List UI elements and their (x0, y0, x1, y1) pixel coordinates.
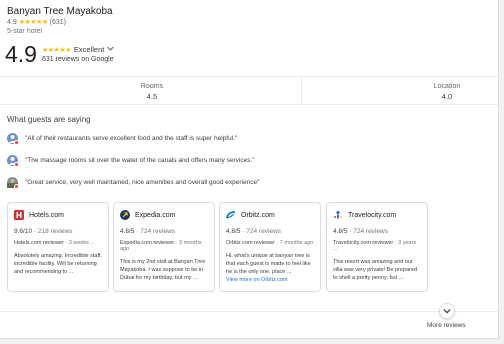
badge-icon (14, 140, 19, 145)
review-text: This resort was amazing and our villa wa… (333, 259, 418, 281)
source-rating: 4.8/5 (226, 228, 241, 235)
chevron-down-icon[interactable] (107, 46, 114, 53)
source-name: Expedia.com (135, 211, 176, 219)
hotel-rating-value: 4.9 (7, 18, 17, 26)
orbitz-logo-icon (226, 210, 236, 220)
star-icons: ★★★★★ (18, 19, 48, 26)
reviewer: Hotels.com reviewer (14, 240, 64, 246)
reviewer: Travelocity.com reviewer (333, 240, 394, 246)
expedia-logo-icon (120, 210, 130, 220)
google-review-count: 631 reviews on Google (42, 56, 114, 63)
badge-icon (14, 184, 19, 189)
rooms-value: 4.5 (146, 92, 158, 101)
hotel-rating-summary: 4.9 ★★★★★ (631) (7, 18, 66, 27)
hotel-reviews-panel: Banyan Tree Mayakoba 4.9 ★★★★★ (631) 5-s… (0, 0, 499, 339)
quote-text: "The massage rooms sit over the water of… (25, 157, 255, 164)
source-review-count: · 218 reviews (33, 228, 73, 235)
divider (0, 76, 498, 77)
source-review-count: · 724 reviews (136, 228, 175, 235)
rating-label: Excellent (73, 45, 105, 54)
guests-section-title: What guests are saying (7, 115, 91, 124)
guest-quote[interactable]: "Great service, very well maintained, ni… (7, 177, 260, 189)
divider (0, 311, 498, 312)
review-card-orbitz[interactable]: Orbitz.com 4.8/5 · 724 reviews Orbitz.co… (219, 202, 321, 292)
rooms-label: Rooms (140, 83, 164, 90)
source-name: Hotels.com (29, 211, 65, 219)
location-value: 4.0 (441, 92, 453, 101)
overall-score: 4.9 (5, 41, 37, 67)
star-icons: ★★★★★ (42, 46, 71, 54)
review-text: Absolutely amazing. Incredible staff, in… (14, 253, 102, 275)
source-rating: 9.6/10 (14, 228, 33, 235)
review-card-expedia[interactable]: Expedia.com 4.8/5 · 724 reviews Expedia.… (113, 202, 215, 292)
quote-text: "All of their restaurants serve excellen… (25, 135, 238, 142)
source-rating: 4.8/5 (120, 228, 135, 235)
guest-quote[interactable]: "The massage rooms sit over the water of… (7, 155, 255, 167)
location-label: Location (433, 83, 461, 90)
more-reviews-button[interactable] (439, 303, 455, 319)
view-more-link[interactable]: View more on Orbitz.com (226, 277, 314, 283)
rating-label-row[interactable]: ★★★★★ Excellent (42, 45, 114, 54)
hotel-review-count[interactable]: (631) (50, 19, 66, 26)
divider (301, 76, 302, 104)
quote-text: "Great service, very well maintained, ni… (25, 179, 260, 186)
reviewer: Orbitz.com reviewer (226, 240, 275, 246)
more-reviews-label[interactable]: More reviews (427, 322, 466, 329)
source-name: Orbitz.com (241, 211, 275, 219)
guest-quote[interactable]: "All of their restaurants serve excellen… (7, 133, 238, 145)
review-time: · 7 months ago (276, 240, 314, 246)
source-review-count: · 724 reviews (242, 228, 281, 235)
hotel-name[interactable]: Banyan Tree Mayakoba (7, 6, 113, 17)
source-rating: 4.8/5 (333, 228, 348, 235)
location-rating[interactable]: Location 4.0 (417, 83, 477, 101)
avatar (7, 133, 19, 145)
chevron-down-icon (443, 308, 451, 314)
avatar (7, 155, 19, 167)
travelocity-logo-icon (333, 210, 343, 220)
review-card-hotels[interactable]: Hotels.com 9.6/10 · 218 reviews Hotels.c… (7, 202, 109, 292)
source-name: Travelocity.com (348, 211, 397, 219)
badge-icon (14, 162, 19, 167)
review-text: This is my 2nd visit at Banyan Tree Maya… (120, 259, 206, 281)
source-review-count: · 724 reviews (349, 228, 388, 235)
rooms-rating[interactable]: Rooms 4.5 (122, 83, 182, 101)
review-text: Hi, what's unique at banyan tree is that… (226, 253, 311, 275)
hotel-class: 5-star hotel (7, 28, 43, 35)
hotels-logo-icon (14, 210, 24, 220)
review-card-travelocity[interactable]: Travelocity.com 4.8/5 · 724 reviews Trav… (326, 202, 428, 292)
avatar (7, 177, 19, 189)
divider (0, 104, 498, 105)
review-time: · 3 weeks ... (65, 240, 96, 246)
